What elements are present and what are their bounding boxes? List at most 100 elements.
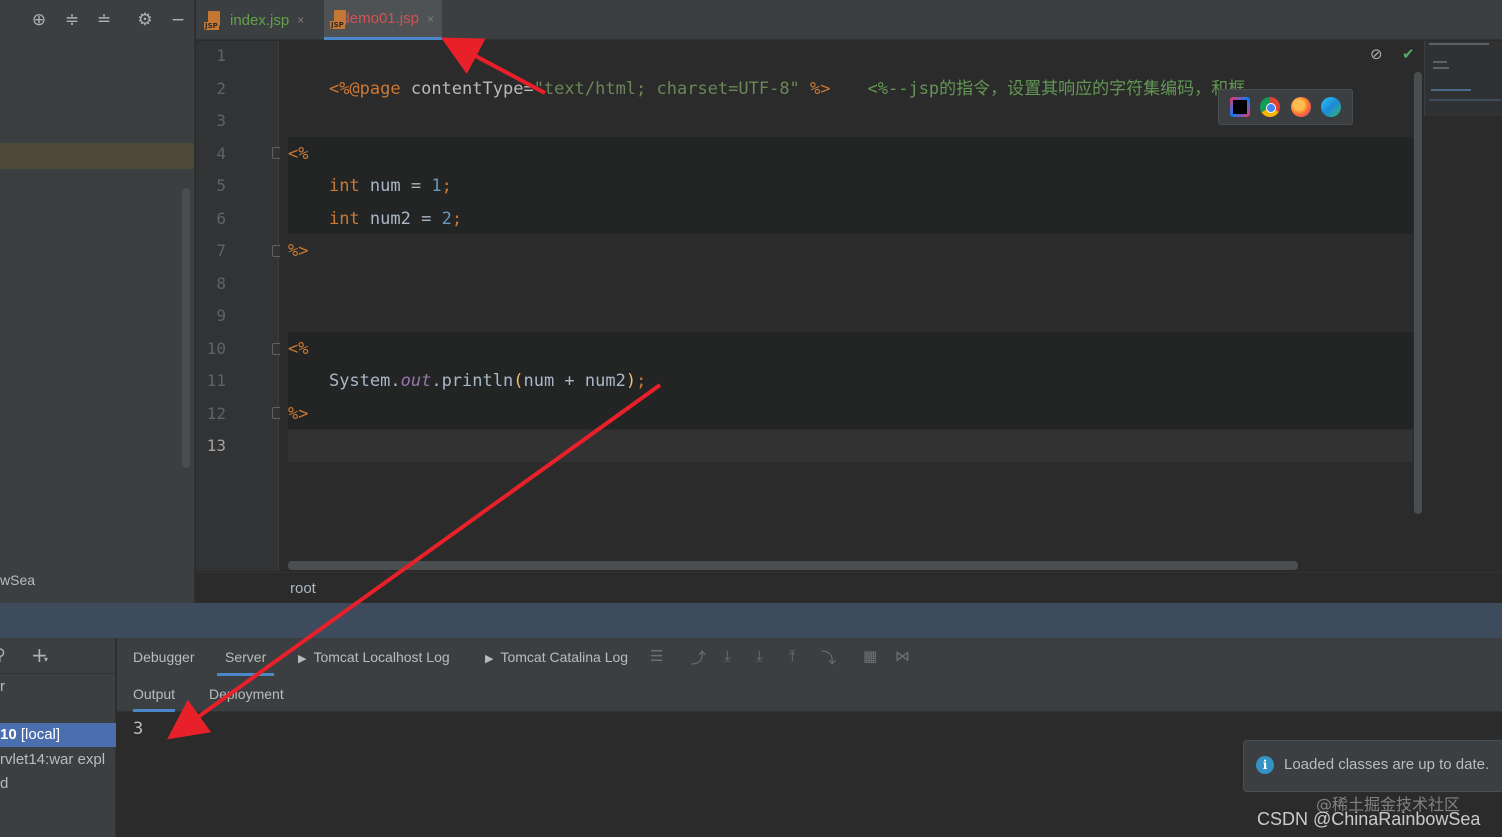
services-tree: ⚲ + ▾ r 10 [local] rvlet14:war expl d — [0, 638, 116, 837]
minimize-icon[interactable]: − — [166, 8, 190, 32]
class-ref: System. — [328, 371, 401, 391]
scriptlet-open: <% — [288, 144, 309, 164]
services-tree-item[interactable]: r — [0, 675, 116, 699]
line-number: 5 — [216, 176, 226, 195]
code-minimap[interactable] — [1424, 41, 1502, 116]
line-number: 4 — [216, 144, 226, 163]
code-line-10: <% — [288, 333, 308, 365]
method-call: .println — [431, 371, 514, 391]
minimap-line — [1433, 61, 1447, 63]
breadcrumb[interactable]: root — [290, 580, 316, 597]
tab-output[interactable]: Output — [133, 676, 176, 712]
edge-icon[interactable] — [1320, 97, 1341, 117]
jsp-directive-open: <%@page — [328, 79, 411, 99]
expand-all-icon[interactable]: ≑ — [60, 8, 84, 32]
project-panel: ⊕ ≑ ≐ ⚙ − wSea — [0, 0, 195, 603]
tab-deployment[interactable]: Deployment — [209, 676, 284, 712]
line-number: 12 — [206, 404, 226, 423]
tab-index-jsp[interactable]: JSP index.jsp × — [198, 0, 312, 40]
line-number-gutter[interactable]: 1 2 3 4 5 6 7 8 9 10 11 12 13 — [196, 41, 284, 571]
jsp-file-icon: JSP — [330, 9, 346, 29]
tomcat-server-item[interactable]: 10 [local] — [0, 723, 116, 747]
tab-label: demo01.jsp — [341, 10, 419, 27]
step-out-icon[interactable]: ⤒ — [789, 647, 796, 665]
scriptlet-close: %> — [288, 241, 309, 261]
line-number: 11 — [206, 371, 226, 390]
line-number: 10 — [206, 339, 226, 358]
trace-icon[interactable]: ⋈ — [895, 647, 910, 665]
code-line-5: int num = 1; — [288, 170, 452, 202]
log-play-icon: ▶ — [298, 653, 307, 665]
code-line-6: int num2 = 2; — [288, 203, 462, 235]
tab-label: Tomcat Catalina Log — [500, 649, 629, 665]
close-icon[interactable]: × — [427, 12, 434, 26]
line-number: 8 — [216, 274, 226, 293]
project-toolbar: ⊕ ≑ ≐ ⚙ − — [0, 0, 195, 40]
chrome-icon[interactable] — [1260, 97, 1281, 117]
gear-icon[interactable]: ⚙ — [133, 8, 157, 32]
attribute-value: "text/html; charset=UTF-8" — [533, 79, 800, 99]
notification-text: Loaded classes are up to date. — [1284, 756, 1490, 773]
tab-label: index.jsp — [230, 11, 290, 29]
editor-vertical-scrollbar[interactable] — [1414, 72, 1422, 514]
check-icon[interactable]: ✔ — [1402, 45, 1415, 63]
step-into-icon[interactable]: ⤓ — [756, 647, 763, 665]
line-number: 2 — [216, 79, 226, 98]
line-number: 1 — [216, 46, 226, 65]
tab-debugger[interactable]: Debugger — [133, 638, 195, 676]
minimap-line — [1433, 67, 1449, 69]
locate-icon[interactable]: ⊕ — [27, 8, 51, 32]
number-literal: 2 — [441, 209, 452, 229]
directive-attribute: contentType — [410, 79, 524, 99]
services-tool-window-header — [0, 603, 1502, 638]
variable-decl: num = — [359, 176, 432, 196]
collapse-all-icon[interactable]: ≐ — [92, 8, 116, 32]
project-scrollbar[interactable] — [182, 188, 190, 468]
code-line-4: <% — [288, 138, 308, 170]
project-tree-highlighted-row[interactable] — [0, 143, 194, 169]
project-tree-item[interactable]: wSea — [0, 572, 35, 588]
close-paren: ) — [625, 371, 637, 391]
server-location: [local] — [16, 726, 61, 743]
open-in-browser-popup — [1218, 89, 1353, 125]
run-to-cursor-icon[interactable]: ⤵ — [821, 647, 836, 668]
restore-layout-icon[interactable]: ⤴ — [691, 647, 706, 668]
chevron-down-icon[interactable]: ▾ — [44, 655, 48, 664]
tab-tomcat-localhost-log[interactable]: ▶ Tomcat Localhost Log — [298, 638, 450, 676]
search-icon[interactable]: ⚲ — [0, 645, 6, 664]
artifact-item[interactable]: rvlet14:war expl — [0, 748, 116, 772]
tab-server[interactable]: Server — [217, 638, 275, 676]
minimap-viewport — [1429, 99, 1501, 101]
menu-icon[interactable]: ☰ — [650, 647, 663, 665]
jsp-file-icon: JSP — [204, 11, 224, 30]
current-line-highlight — [288, 430, 1413, 462]
scriptlet-close: %> — [288, 404, 309, 424]
intellij-icon[interactable] — [1230, 97, 1251, 117]
step-over-icon[interactable]: ⤓ — [724, 647, 731, 665]
tab-tomcat-catalina-log[interactable]: ▶ Tomcat Catalina Log — [485, 638, 628, 676]
services-tree-item[interactable]: d — [0, 772, 116, 796]
editor-horizontal-scrollbar[interactable] — [288, 561, 1298, 570]
semicolon: ; — [636, 371, 647, 391]
server-version: 10 — [0, 726, 17, 743]
type-keyword: int — [328, 176, 360, 196]
jsp-directive-close: %> — [799, 79, 831, 99]
line-number-current: 13 — [206, 436, 226, 455]
log-play-icon: ▶ — [485, 653, 494, 665]
open-paren: ( — [513, 371, 524, 391]
code-line-11: System.out.println(num + num2); — [288, 365, 646, 397]
editor-tab-bar: JSP index.jsp × JSP demo01.jsp × — [196, 0, 1502, 40]
notification-balloon[interactable]: i Loaded classes are up to date. — [1243, 740, 1502, 792]
line-number: 7 — [216, 241, 226, 260]
watermark: CSDN @ChinaRainbowSea — [1257, 809, 1481, 829]
firefox-icon[interactable] — [1290, 97, 1311, 117]
static-field: out — [400, 371, 432, 391]
code-line-7: %> — [288, 235, 308, 267]
close-icon[interactable]: × — [297, 13, 304, 27]
semicolon: ; — [441, 176, 452, 196]
tab-demo01-jsp[interactable]: JSP demo01.jsp × — [324, 0, 442, 40]
evaluate-icon[interactable]: ▦ — [863, 647, 877, 665]
reader-mode-icon[interactable]: ⊘ — [1370, 45, 1383, 63]
services-tabs: Debugger Server ▶ Tomcat Localhost Log ▶ T… — [117, 638, 1502, 676]
type-keyword: int — [328, 209, 360, 229]
